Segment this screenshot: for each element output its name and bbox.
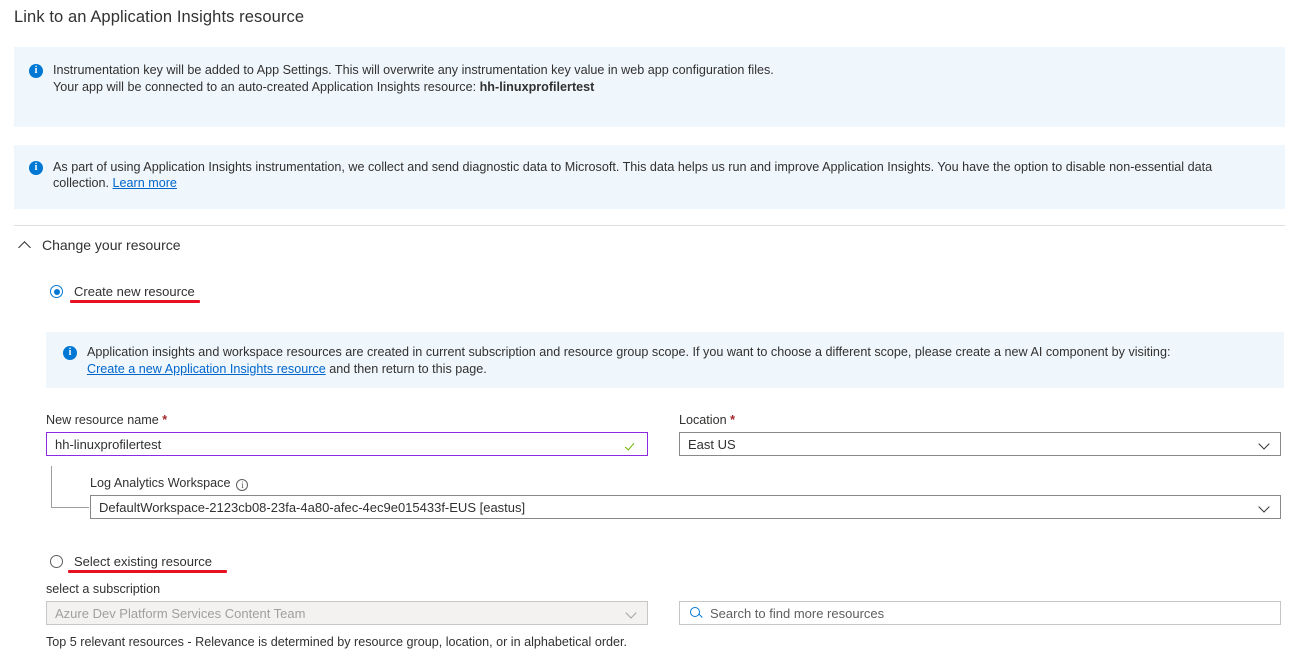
search-placeholder[interactable]: Search to find more resources — [710, 606, 1272, 621]
annotation-underline-create-new — [70, 300, 200, 303]
scope-banner-line1: Application insights and workspace resou… — [87, 345, 1170, 359]
location-dropdown[interactable]: East US — [679, 432, 1281, 456]
tree-connector-line — [51, 466, 89, 508]
location-label-text: Location — [679, 413, 727, 427]
scope-banner-text: Application insights and workspace resou… — [77, 332, 1190, 377]
info-tooltip-icon[interactable]: i — [236, 479, 248, 491]
radio-label-select-existing: Select existing resource — [74, 554, 212, 569]
chevron-down-icon[interactable] — [625, 607, 637, 619]
search-icon — [689, 606, 703, 620]
info-icon: i — [29, 64, 43, 78]
location-value: East US — [688, 437, 1258, 452]
new-resource-name-label: New resource name * — [46, 413, 167, 427]
log-analytics-workspace-dropdown[interactable]: DefaultWorkspace-2123cb08-23fa-4a80-afec… — [90, 495, 1281, 519]
radio-label-create-new: Create new resource — [74, 284, 195, 299]
log-analytics-workspace-label-text: Log Analytics Workspace — [90, 476, 230, 490]
log-analytics-workspace-value: DefaultWorkspace-2123cb08-23fa-4a80-afec… — [99, 500, 1258, 515]
subscription-label: select a subscription — [46, 582, 160, 596]
annotation-underline-select-existing — [68, 570, 227, 573]
info-icon: i — [29, 161, 43, 175]
section-divider — [14, 225, 1285, 226]
diagnostic-banner-body: As part of using Application Insights in… — [53, 160, 1212, 190]
instrumentation-banner-text: Instrumentation key will be added to App… — [43, 47, 794, 95]
learn-more-link[interactable]: Learn more — [113, 176, 177, 190]
required-asterisk: * — [730, 413, 735, 427]
location-label: Location * — [679, 413, 735, 427]
diagnostic-banner-text: As part of using Application Insights in… — [43, 145, 1258, 191]
green-check-icon — [625, 437, 639, 451]
required-asterisk: * — [162, 413, 167, 427]
chevron-up-icon[interactable] — [18, 238, 32, 252]
instrumentation-banner-line2-prefix: Your app will be connected to an auto-cr… — [53, 80, 480, 94]
radio-button-create-new[interactable] — [50, 285, 63, 298]
new-resource-name-value[interactable]: hh-linuxprofilertest — [55, 437, 625, 452]
change-your-resource-section-header[interactable]: Change your resource — [18, 237, 181, 253]
create-new-app-insights-resource-link[interactable]: Create a new Application Insights resour… — [87, 362, 326, 376]
instrumentation-banner-line2: Your app will be connected to an auto-cr… — [53, 80, 774, 96]
chevron-down-icon[interactable] — [1258, 501, 1270, 513]
subscription-value: Azure Dev Platform Services Content Team — [55, 606, 625, 621]
chevron-down-icon[interactable] — [1258, 438, 1270, 450]
radio-create-new-resource[interactable]: Create new resource — [50, 284, 195, 299]
instrumentation-info-banner: i Instrumentation key will be added to A… — [14, 47, 1285, 127]
diagnostic-info-banner: i As part of using Application Insights … — [14, 145, 1285, 209]
info-icon: i — [63, 346, 77, 360]
scope-info-banner: i Application insights and workspace res… — [46, 332, 1284, 388]
instrumentation-banner-resource-name: hh-linuxprofilertest — [480, 80, 595, 94]
log-analytics-workspace-label: Log Analytics Workspace i — [90, 476, 248, 491]
radio-select-existing-resource[interactable]: Select existing resource — [50, 554, 212, 569]
relevant-resources-note: Top 5 relevant resources - Relevance is … — [46, 635, 627, 649]
scope-banner-line2: Create a new Application Insights resour… — [87, 362, 1170, 378]
section-header-label: Change your resource — [42, 237, 181, 253]
scope-banner-line2-suffix: and then return to this page. — [326, 362, 487, 376]
new-resource-name-label-text: New resource name — [46, 413, 159, 427]
subscription-dropdown[interactable]: Azure Dev Platform Services Content Team — [46, 601, 648, 625]
instrumentation-banner-line1: Instrumentation key will be added to App… — [53, 63, 774, 77]
radio-button-select-existing[interactable] — [50, 555, 63, 568]
page-title: Link to an Application Insights resource — [14, 8, 304, 27]
new-resource-name-input[interactable]: hh-linuxprofilertest — [46, 432, 648, 456]
search-resources-input[interactable]: Search to find more resources — [679, 601, 1281, 625]
